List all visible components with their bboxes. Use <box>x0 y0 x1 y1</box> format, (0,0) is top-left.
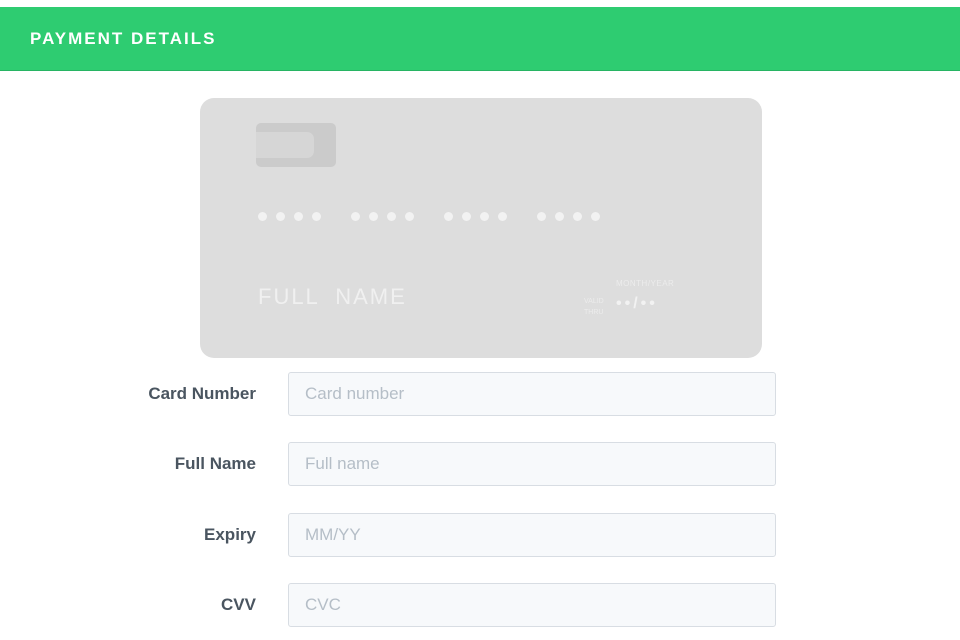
full-name-label: Full Name <box>174 454 256 473</box>
card-number-mask <box>258 201 678 231</box>
card-holder-name: FULL NAME <box>258 284 407 309</box>
masked-digit-dot <box>498 211 507 221</box>
masked-digit-dot <box>258 211 267 221</box>
full-name-input[interactable] <box>288 442 776 486</box>
cvv-row: CVV <box>0 583 960 627</box>
month-year-label: MONTH/YEAR <box>616 279 675 288</box>
masked-digit-dot <box>405 211 414 221</box>
expiry-input[interactable] <box>288 513 776 557</box>
page-title: PAYMENT DETAILS <box>30 29 217 48</box>
card-number-label: Card Number <box>148 384 256 403</box>
masked-digit-dot <box>387 211 396 221</box>
top-strip <box>0 0 960 7</box>
payment-header: PAYMENT DETAILS <box>0 7 960 71</box>
valid-thru-label: VALID THRU <box>584 298 604 316</box>
expiry-label: Expiry <box>204 525 256 544</box>
full-name-row: Full Name <box>0 442 960 486</box>
card-preview: FULL NAME VALID THRU MONTH/YEAR ••/•• <box>200 98 762 358</box>
masked-digit-dot <box>444 211 453 221</box>
masked-digit-dot <box>537 211 546 221</box>
masked-digit-dot <box>591 211 600 221</box>
masked-digit-dot <box>480 211 489 221</box>
masked-digit-dot <box>312 211 321 221</box>
masked-digit-dot <box>369 211 378 221</box>
card-number-dot-group <box>537 201 600 231</box>
masked-digit-dot <box>351 211 360 221</box>
card-number-dot-group <box>258 201 321 231</box>
masked-digit-dot <box>555 211 564 221</box>
cvv-input[interactable] <box>288 583 776 627</box>
chip-icon <box>256 123 336 167</box>
card-number-dot-group <box>444 201 507 231</box>
card-number-input[interactable] <box>288 372 776 416</box>
masked-digit-dot <box>276 211 285 221</box>
masked-digit-dot <box>573 211 582 221</box>
card-expiry-mask: ••/•• <box>616 295 658 312</box>
chip-contact <box>256 132 314 158</box>
card-number-row: Card Number <box>0 372 960 416</box>
card-number-dot-group <box>351 201 414 231</box>
cvv-label: CVV <box>221 595 256 614</box>
expiry-row: Expiry <box>0 513 960 557</box>
masked-digit-dot <box>294 211 303 221</box>
masked-digit-dot <box>462 211 471 221</box>
